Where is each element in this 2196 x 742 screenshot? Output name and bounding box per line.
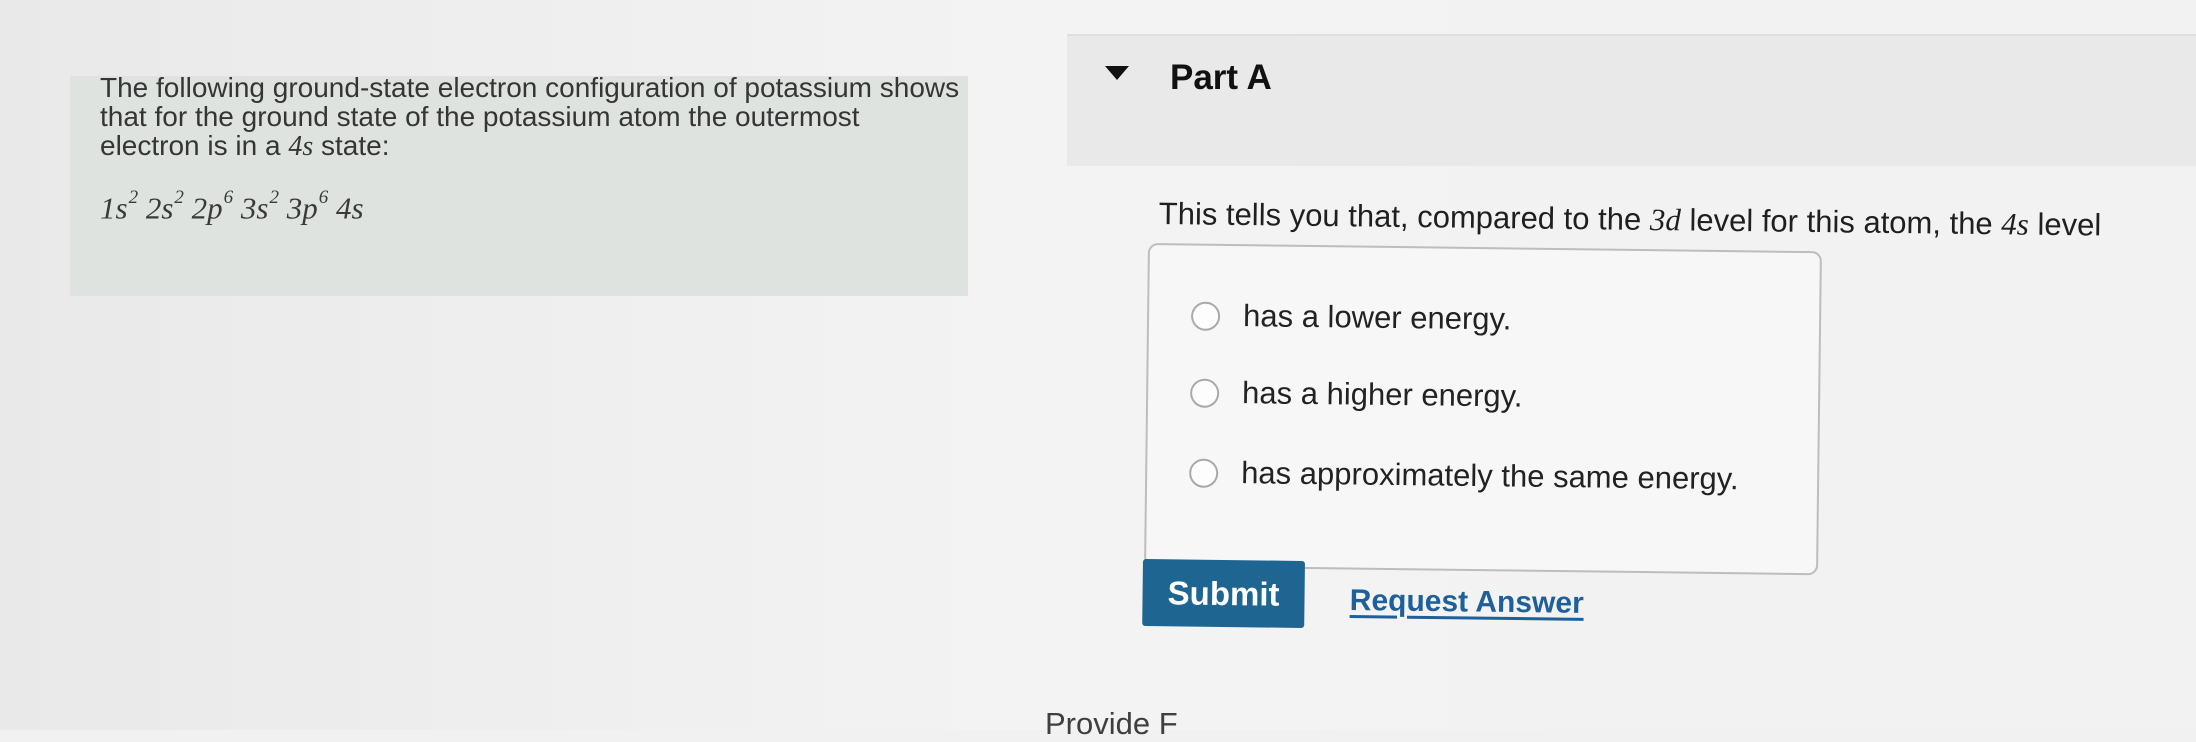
choice-label: has approximately the same energy. [1240, 455, 1739, 497]
problem-intro-text: The following ground-state electron conf… [100, 73, 960, 161]
config-exponent-2: 2 [174, 187, 184, 208]
choice-option-lower-energy[interactable]: has a lower energy. [1190, 296, 1512, 340]
answer-choices-box: has a lower energy. has a higher energy.… [1144, 243, 1822, 576]
question-math-4s: 4s [2001, 206, 2030, 242]
question-suffix: level [2028, 206, 2102, 243]
electron-configuration: 1s2 2s2 2p6 3s2 3p6 4s [100, 185, 364, 225]
config-exponent-4: 2 [269, 187, 279, 208]
config-term-3: 2p [191, 190, 223, 226]
config-exponent-3: 6 [223, 187, 234, 208]
config-term-1: 1s [100, 190, 128, 226]
part-a-header[interactable] [1067, 34, 2196, 166]
question-math-3d: 3d [1649, 201, 1682, 238]
choice-option-same-energy[interactable]: has approximately the same energy. [1189, 453, 1739, 500]
question-prefix: This tells you that, compared to the [1158, 196, 1651, 237]
config-exponent-5: 6 [318, 187, 329, 208]
radio-button-icon[interactable] [1190, 301, 1221, 331]
config-term-4: 3s [240, 190, 269, 226]
request-answer-link[interactable]: Request Answer [1350, 584, 1584, 621]
part-title: Part A [1170, 58, 1272, 97]
choice-option-higher-energy[interactable]: has a higher energy. [1189, 373, 1523, 417]
choice-label: has a higher energy. [1241, 375, 1523, 414]
intro-text-part-2: state: [313, 130, 390, 161]
config-exponent-1: 2 [128, 187, 139, 208]
intro-text-part-1: The following ground-state electron conf… [100, 72, 960, 161]
submit-button[interactable]: Submit [1142, 559, 1305, 628]
radio-button-icon[interactable] [1189, 378, 1220, 408]
question-middle: level for this atom, the [1680, 202, 2002, 242]
choice-label: has a lower energy. [1242, 298, 1512, 337]
config-term-5: 3p [286, 190, 318, 226]
partially-visible-footer-text: Provide F [1045, 706, 1178, 741]
radio-button-icon[interactable] [1189, 458, 1219, 488]
intro-orbital-math: 4s [288, 131, 314, 162]
config-term-6: 4s [335, 190, 364, 226]
chevron-down-icon[interactable] [1105, 66, 1129, 80]
config-term-2: 2s [145, 190, 174, 226]
